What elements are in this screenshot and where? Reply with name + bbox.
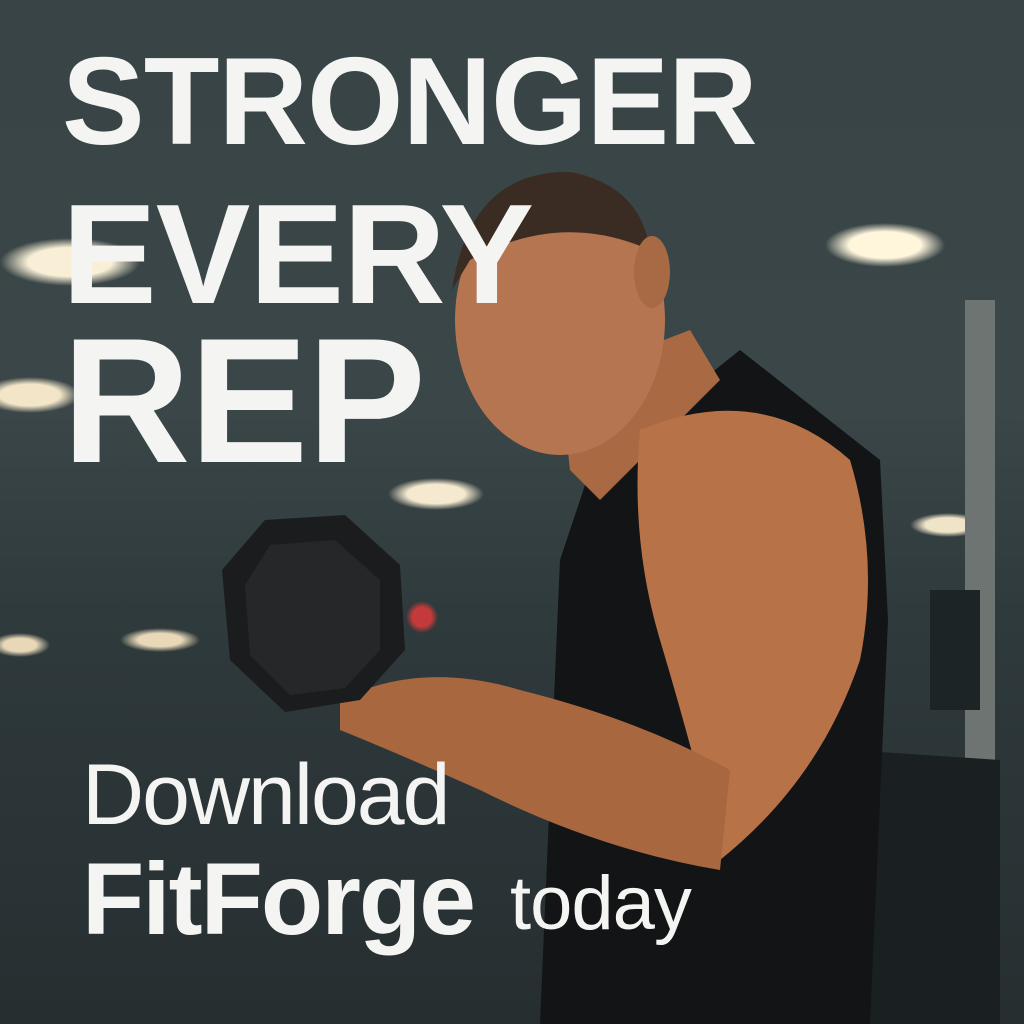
cta-today: today [510, 861, 692, 946]
headline-line-1: STRONGER [62, 33, 758, 171]
gym-window [930, 590, 980, 710]
brand-name: FitForge [82, 842, 476, 956]
cta-download: Download [82, 747, 450, 843]
headline-line-3: REP [62, 301, 426, 500]
ear [634, 236, 670, 308]
